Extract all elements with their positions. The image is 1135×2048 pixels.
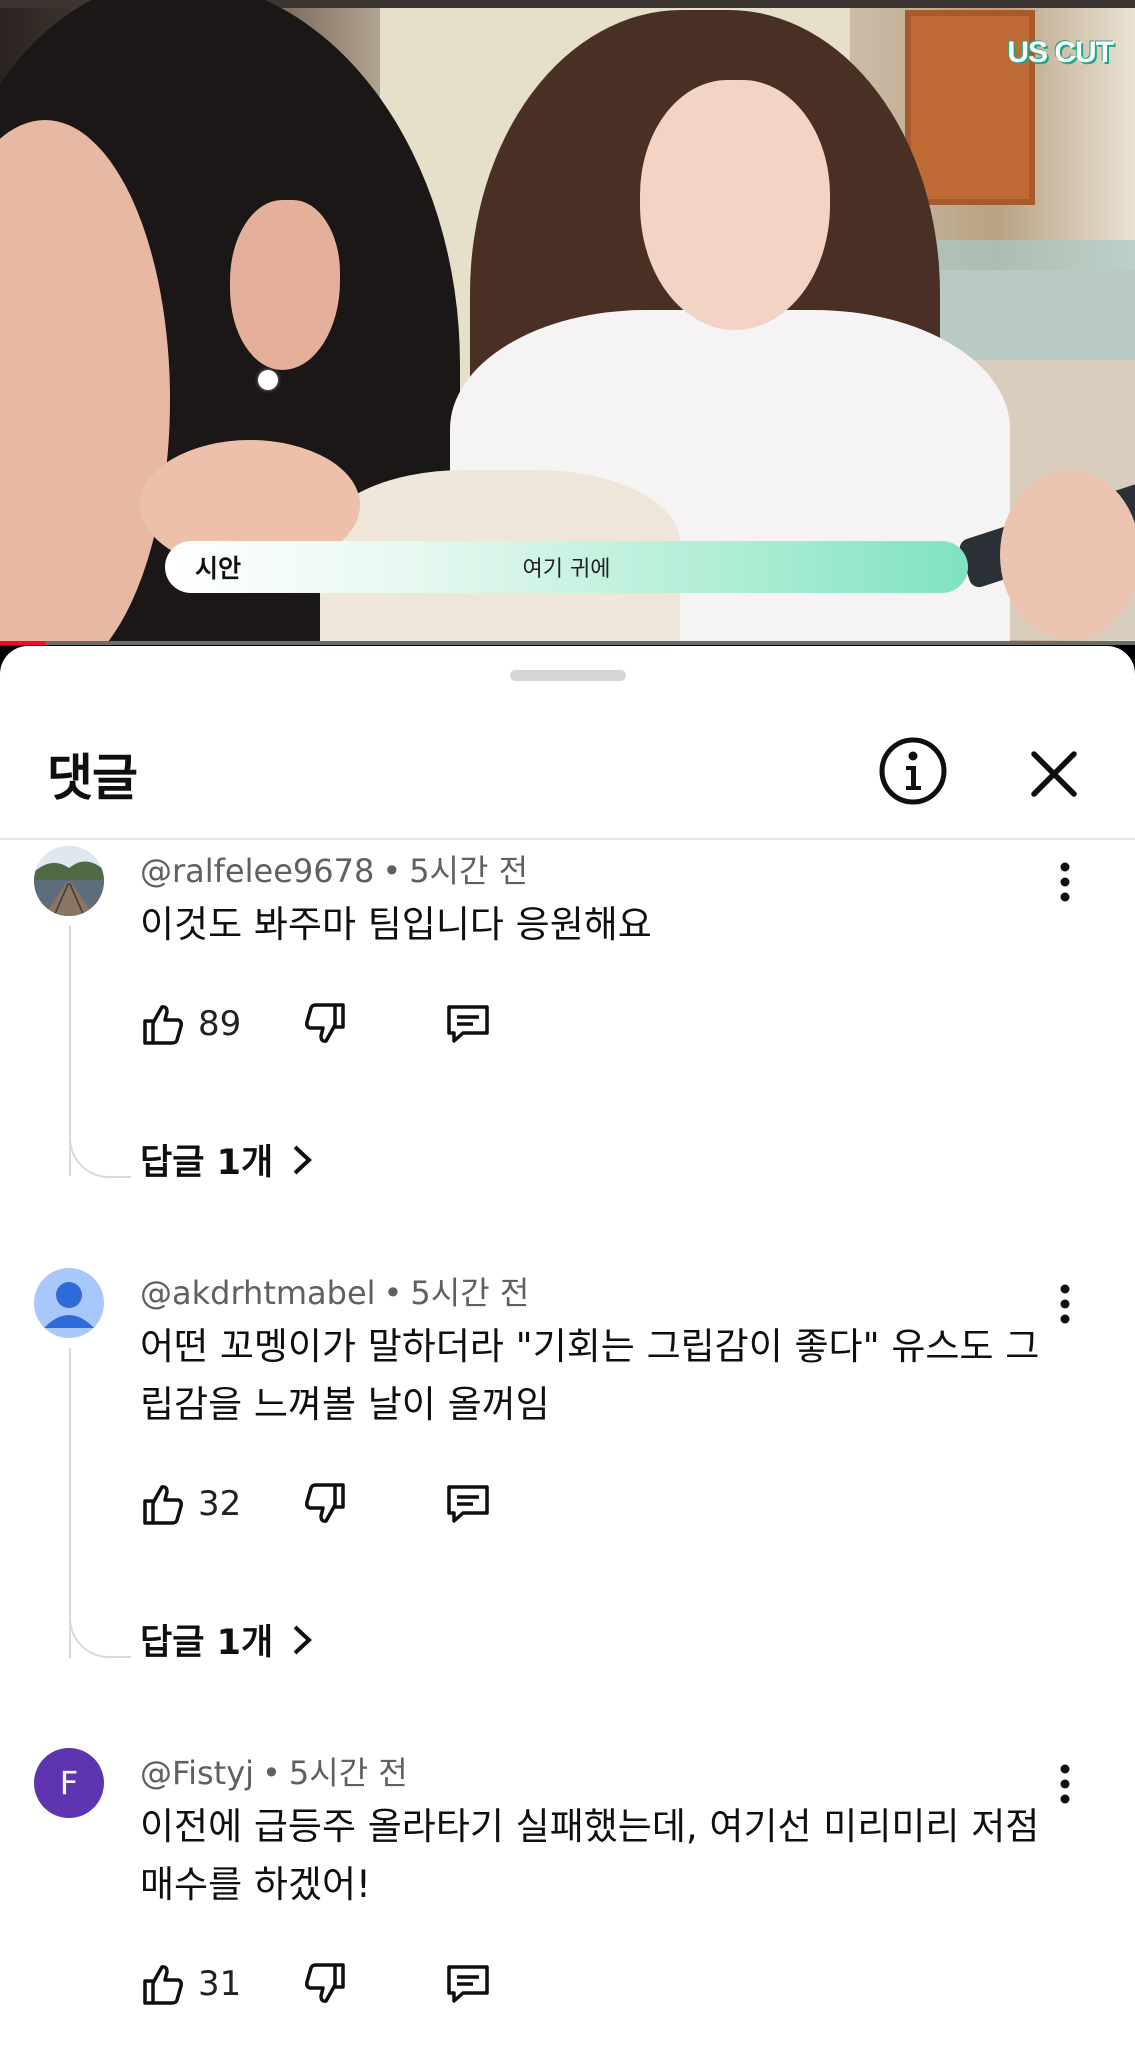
thread-line-curve: [69, 1616, 131, 1658]
comment-time: 5시간 전: [410, 1274, 530, 1312]
comment-actions: 31: [140, 1956, 560, 2012]
video-caption-bar: 시안 여기 귀에: [165, 541, 968, 593]
more-options-button[interactable]: [1050, 1280, 1080, 1328]
like-button[interactable]: 32: [140, 1476, 241, 1532]
more-vert-icon: [1060, 1764, 1070, 1804]
video-player[interactable]: US CUT 시안 여기 귀에: [0, 0, 1135, 645]
more-vert-icon: [1060, 862, 1070, 902]
video-progress-bar[interactable]: [0, 641, 1135, 645]
view-replies-button[interactable]: 답글 1개: [140, 1134, 317, 1185]
replies-label: 답글 1개: [140, 1623, 274, 1663]
video-progress-fill: [0, 641, 46, 645]
avatar[interactable]: [34, 1268, 104, 1338]
reply-button[interactable]: [445, 1476, 491, 1532]
thumbs-up-icon: [143, 1005, 183, 1045]
comment-text: 이것도 봐주마 팀입니다 응원해요: [140, 903, 652, 946]
drag-handle[interactable]: [510, 670, 626, 681]
thumbs-up-icon: [143, 1485, 183, 1525]
avatar-letter: F: [59, 1764, 79, 1802]
chevron-right-icon: [293, 1625, 313, 1654]
like-button[interactable]: 31: [140, 1956, 241, 2012]
comment-author[interactable]: @ralfelee9678: [140, 852, 374, 890]
reply-button[interactable]: [445, 1956, 491, 2012]
thread-line: [69, 1348, 71, 1658]
like-count: 89: [198, 1004, 242, 1044]
comment-meta: @akdrhtmabel • 5시간 전: [140, 1274, 530, 1312]
comment-icon: [447, 1485, 489, 1523]
more-options-button[interactable]: [1050, 1760, 1080, 1808]
header-divider: [0, 838, 1135, 840]
comment-text: 어떤 꼬멩이가 말하더라 "기회는 그립감이 좋다" 유스도 그립감을 느껴볼 …: [140, 1325, 1040, 1426]
reply-button[interactable]: [445, 996, 491, 1052]
thumbs-down-icon: [305, 1483, 345, 1523]
like-count: 31: [198, 1964, 242, 2004]
comment-meta: @Fistyj • 5시간 전: [140, 1754, 408, 1792]
comment-time: 5시간 전: [288, 1754, 408, 1792]
thread-line-curve: [69, 1136, 131, 1178]
comment-text: 이전에 급등주 올라타기 실패했는데, 여기선 미리미리 저점 매수를 하겠어!: [140, 1805, 1040, 1906]
more-vert-icon: [1060, 1284, 1070, 1324]
comments-sheet: 댓글 @ralfelee9678 • 5시간 전 이것도 봐주마 팀입니다 응원…: [0, 646, 1135, 2048]
like-button[interactable]: 89: [140, 996, 241, 1052]
comment-icon: [447, 1005, 489, 1043]
more-options-button[interactable]: [1050, 858, 1080, 906]
comment-actions: 32: [140, 1476, 560, 1532]
sheet-title: 댓글: [47, 749, 138, 807]
comment-icon: [447, 1965, 489, 2003]
thumbs-down-icon: [305, 1003, 345, 1043]
avatar[interactable]: F: [34, 1748, 104, 1818]
close-icon: [1031, 751, 1077, 797]
close-button[interactable]: [1022, 742, 1086, 806]
dislike-button[interactable]: [302, 996, 348, 1052]
avatar[interactable]: [34, 846, 104, 916]
comment-author[interactable]: @Fistyj: [140, 1754, 254, 1792]
thumbs-down-icon: [305, 1963, 345, 2003]
replies-label: 답글 1개: [140, 1143, 274, 1183]
dislike-button[interactable]: [302, 1476, 348, 1532]
view-replies-button[interactable]: 답글 1개: [140, 1614, 317, 1665]
dislike-button[interactable]: [302, 1956, 348, 2012]
channel-watermark: US CUT: [1007, 36, 1114, 69]
comment-meta: @ralfelee9678 • 5시간 전: [140, 852, 529, 890]
like-count: 32: [198, 1484, 242, 1524]
info-icon: [879, 737, 947, 805]
default-user-icon: [44, 1282, 94, 1328]
chevron-right-icon: [293, 1145, 313, 1174]
comment-actions: 89: [140, 996, 560, 1052]
info-button[interactable]: [878, 736, 948, 806]
avatar-photo: [34, 846, 104, 916]
comment-time: 5시간 전: [409, 852, 529, 890]
comment-author[interactable]: @akdrhtmabel: [140, 1274, 376, 1312]
caption-text: 여기 귀에: [522, 557, 611, 582]
thumbs-up-icon: [143, 1965, 183, 2005]
